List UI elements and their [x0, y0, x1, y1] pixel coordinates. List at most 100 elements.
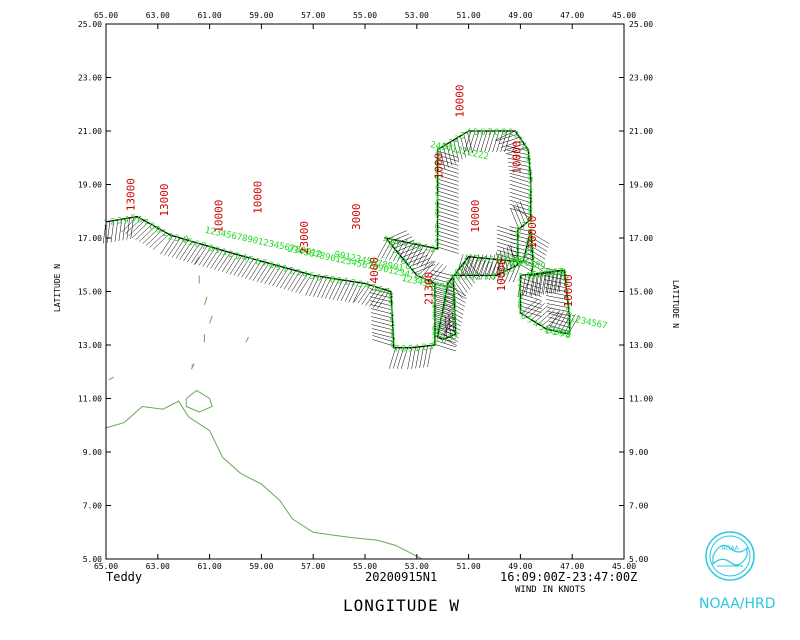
- x-tick-label-top: 55.00: [353, 11, 377, 20]
- y-tick-label-right: 19.00: [629, 181, 653, 190]
- wind-speed-label: 3: [463, 272, 468, 282]
- wind-speed-label: 1: [477, 272, 482, 282]
- y-tick-label: 19.00: [78, 181, 102, 190]
- wind-speed-label: 3: [460, 131, 465, 141]
- altitude-label: 13000: [158, 183, 171, 216]
- wind-speed-label: 7: [394, 345, 399, 355]
- coastline-segment: [105, 400, 423, 560]
- wind-speed-label: 6: [316, 273, 321, 283]
- coastline-segment: [191, 363, 195, 370]
- x-tick-label: 61.00: [198, 562, 222, 571]
- wind-speed-label: 2: [228, 250, 233, 260]
- wind-speed-label: 6: [255, 257, 260, 267]
- wind-speed-label: 2: [468, 254, 473, 264]
- y-tick-label: 23.00: [78, 74, 102, 83]
- agency-label: NOAA/HRD: [699, 596, 776, 612]
- wind-speed-label: 5: [448, 333, 453, 343]
- wind-speed-label: 9: [501, 128, 506, 138]
- wind-units-label: WIND IN KNOTS: [515, 585, 586, 595]
- wind-speed-label: 2: [289, 267, 294, 277]
- wind-speed-label: 8: [330, 276, 335, 286]
- x-tick-label-top: 45.00: [612, 11, 636, 20]
- y-tick-label: 13.00: [78, 341, 102, 350]
- wind-barb: [437, 222, 459, 230]
- altitude-label: 10000: [526, 216, 539, 249]
- y-tick-label: 21.00: [78, 127, 102, 136]
- wind-speed-label: 2: [168, 232, 173, 242]
- wind-speed-label: 3: [358, 280, 363, 290]
- wind-speed-label: 6: [137, 215, 142, 225]
- wind-barb: [437, 186, 459, 194]
- wind-speed-label: 1: [162, 229, 167, 239]
- wind-barb: [437, 202, 459, 210]
- chart-canvas: 1234567891234567891234567891234567891234…: [53, 11, 680, 571]
- altitude-label: 10000: [453, 84, 466, 117]
- y-tick-label-right: 7.00: [629, 502, 648, 511]
- altitude-label: 10000: [213, 200, 226, 233]
- y-tick-label-right: 17.00: [629, 234, 653, 243]
- x-tick-label-top: 53.00: [405, 11, 429, 20]
- coastline-segment: [185, 389, 213, 413]
- wind-barb: [437, 238, 459, 246]
- wind-barb: [437, 194, 459, 202]
- altitude-label: 10000: [251, 181, 264, 214]
- wind-barb: [437, 198, 459, 206]
- altitude-label: 10000: [495, 258, 508, 291]
- y-tick-label: 11.00: [78, 395, 102, 404]
- wind-speed-label: 7: [143, 219, 148, 229]
- wind-barb: [520, 301, 542, 309]
- wind-speed-label: 6: [441, 336, 446, 346]
- wind-speed-label: 2: [110, 218, 115, 228]
- y-tick-label-right: 15.00: [629, 288, 653, 297]
- wind-speed-label: 1: [424, 243, 429, 253]
- wind-speed-label: 9: [484, 272, 489, 282]
- y-tick-label-right: 25.00: [629, 20, 653, 29]
- x-tick-label-top: 51.00: [457, 11, 481, 20]
- coastline-segment: [245, 336, 249, 343]
- time-range: 16:09:00Z-23:47:00Z: [500, 570, 638, 584]
- wind-barb: [437, 230, 459, 238]
- wind-speed-label: 6: [195, 240, 200, 250]
- wind-speed-label: 7: [487, 128, 492, 138]
- x-tick-label-top: 65.00: [94, 11, 118, 20]
- wind-speed-label: 1: [282, 265, 287, 275]
- x-tick-label-top: 47.00: [560, 11, 584, 20]
- y-tick-label-right: 5.00: [629, 555, 648, 564]
- wind-speed-label: 3: [518, 272, 523, 282]
- wind-speed-label: 3: [296, 268, 301, 278]
- x-tick-label: 57.00: [301, 562, 325, 571]
- wind-barb: [520, 297, 542, 305]
- y-tick-label-right: 23.00: [629, 74, 653, 83]
- wind-barb: [437, 182, 459, 190]
- altitude-label: 21300: [422, 272, 435, 305]
- wind-speed-label: 6: [480, 128, 485, 138]
- altitude-label-layer: 13000 13000 10000 10000 23000 3000 4000 21300 10…: [125, 84, 576, 307]
- wind-speed-label: 5: [473, 128, 478, 138]
- wind-barb: [520, 293, 542, 301]
- y-tick-label: 17.00: [78, 234, 102, 243]
- wind-speed-label: 5: [188, 238, 193, 248]
- y-tick-label-right: 11.00: [629, 395, 653, 404]
- wind-speed-label: 8: [149, 222, 154, 232]
- wind-speed-label: 9: [276, 263, 281, 273]
- wind-speed-label: 8: [410, 241, 415, 251]
- x-tick-label-top: 49.00: [508, 11, 532, 20]
- wind-speed-label: 7: [201, 242, 206, 252]
- wind-speed-label: 7: [403, 239, 408, 249]
- wind-barb: [409, 258, 430, 267]
- wind-speed-label: 1: [415, 344, 420, 354]
- y-tick-label-right: 13.00: [629, 341, 653, 350]
- wind-label-group: 1234567: [569, 314, 608, 332]
- wind-speed-label: 1: [344, 278, 349, 288]
- wind-speed-label: 8: [553, 268, 558, 278]
- svg-text:NOAA: NOAA: [721, 545, 739, 552]
- y-tick-label-right: 9.00: [629, 448, 648, 457]
- wind-speed-label: 2: [422, 343, 427, 353]
- altitude-label: 10000: [562, 274, 575, 307]
- y-tick-label: 5.00: [83, 555, 102, 564]
- wind-speed-label: 7: [262, 259, 267, 269]
- x-tick-label: 51.00: [457, 562, 481, 571]
- wind-speed-label: 8: [208, 244, 213, 254]
- y-axis-label-left: LATITUDE N: [53, 264, 62, 312]
- altitude-label: 10000: [510, 141, 523, 174]
